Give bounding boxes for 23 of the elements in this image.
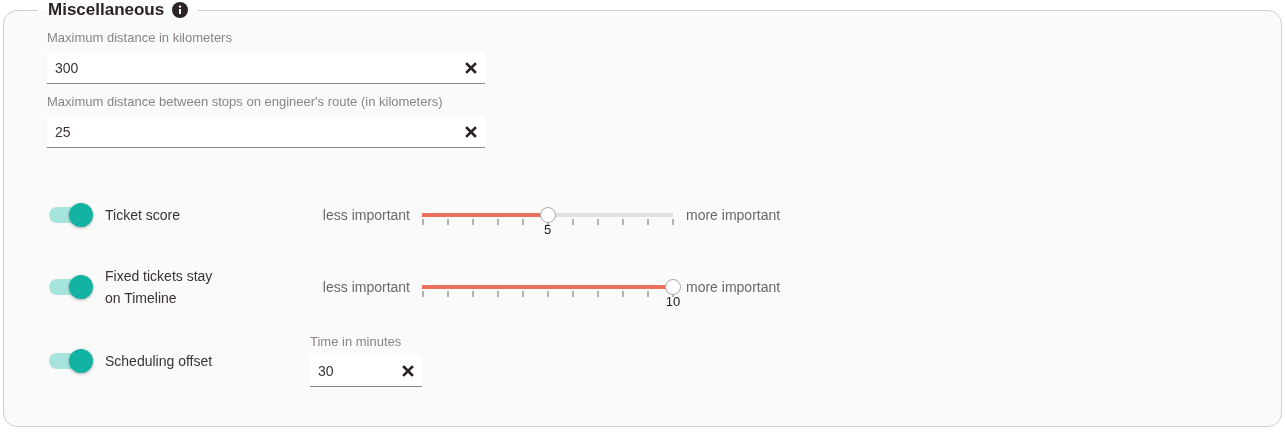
field-label: Maximum distance between stops on engineer's route (in kilometers) [47, 94, 444, 109]
min-label: less important [321, 207, 410, 223]
toggle-switch[interactable] [47, 203, 93, 227]
field-label: Maximum distance in kilometers [47, 30, 233, 45]
input-field[interactable]: 30 [310, 355, 422, 387]
max-label: more important [686, 207, 781, 223]
section-title: Miscellaneous [48, 0, 165, 20]
toggle-switch[interactable] [47, 348, 93, 373]
input-field[interactable]: 25 [47, 116, 485, 148]
info-icon[interactable] [172, 2, 189, 18]
setting-label: Ticket score [105, 206, 181, 225]
slider-value: 10 [665, 295, 681, 309]
input-field[interactable]: 300 [47, 52, 485, 84]
field-label: Time in minutes [310, 334, 403, 349]
setting-label: Scheduling offset [105, 351, 214, 371]
close-icon[interactable] [465, 125, 477, 138]
slider-value: 5 [543, 223, 552, 237]
toggle-switch[interactable] [47, 275, 93, 299]
max-label: more important [686, 279, 781, 295]
close-icon[interactable] [465, 61, 477, 74]
min-label: less important [321, 279, 410, 295]
close-icon[interactable] [402, 364, 414, 377]
setting-label: Fixed tickets stay on Timeline [105, 267, 214, 308]
